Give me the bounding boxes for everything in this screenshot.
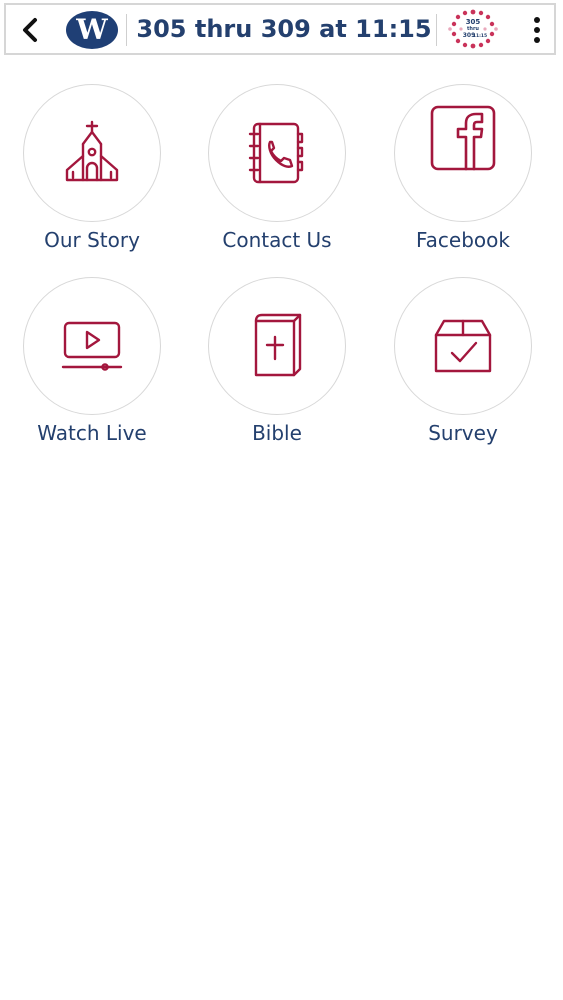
header-divider — [126, 14, 127, 46]
tile-watch-live[interactable]: Watch Live — [0, 277, 180, 457]
event-logo-text-305: 305 — [466, 18, 481, 26]
event-logo-dots: 305 thru 309 11:15 — [448, 9, 498, 49]
tile-circle — [208, 277, 346, 415]
tile-facebook[interactable]: Facebook — [371, 84, 551, 264]
church-icon — [65, 120, 119, 182]
tile-label: Facebook — [416, 228, 510, 252]
header-divider — [436, 14, 437, 46]
tile-survey[interactable]: Survey — [371, 277, 551, 457]
address-book-phone-icon — [248, 122, 304, 184]
tile-circle — [23, 277, 161, 415]
app-logo-letter: W — [76, 13, 108, 46]
more-vertical-icon — [534, 17, 540, 43]
tile-circle — [394, 277, 532, 415]
page-title: 305 thru 309 at 11:15 — [136, 15, 432, 43]
tile-label: Bible — [252, 421, 302, 445]
app-logo: W — [66, 11, 118, 49]
event-logo-text-time: 11:15 — [473, 33, 487, 39]
tile-bible[interactable]: Bible — [185, 277, 365, 457]
tile-label: Our Story — [44, 228, 140, 252]
tile-label: Watch Live — [37, 421, 147, 445]
facebook-icon — [430, 105, 496, 171]
top-app-bar: W 305 thru 309 at 11:15 305 thru 309 11:… — [4, 3, 556, 55]
tile-label: Survey — [428, 421, 498, 445]
video-play-icon — [61, 321, 123, 371]
tile-our-story[interactable]: Our Story — [0, 84, 180, 264]
tile-circle — [208, 84, 346, 222]
survey-box-check-icon — [434, 319, 492, 373]
back-button[interactable] — [16, 15, 44, 45]
chevron-left-icon — [23, 18, 37, 42]
tile-circle — [394, 84, 532, 222]
tile-label: Contact Us — [222, 228, 332, 252]
tile-circle — [23, 84, 161, 222]
overflow-menu-button[interactable] — [524, 13, 550, 47]
tile-contact-us[interactable]: Contact Us — [185, 84, 365, 264]
bible-icon — [254, 313, 302, 377]
event-logo: 305 thru 309 11:15 — [446, 9, 500, 49]
